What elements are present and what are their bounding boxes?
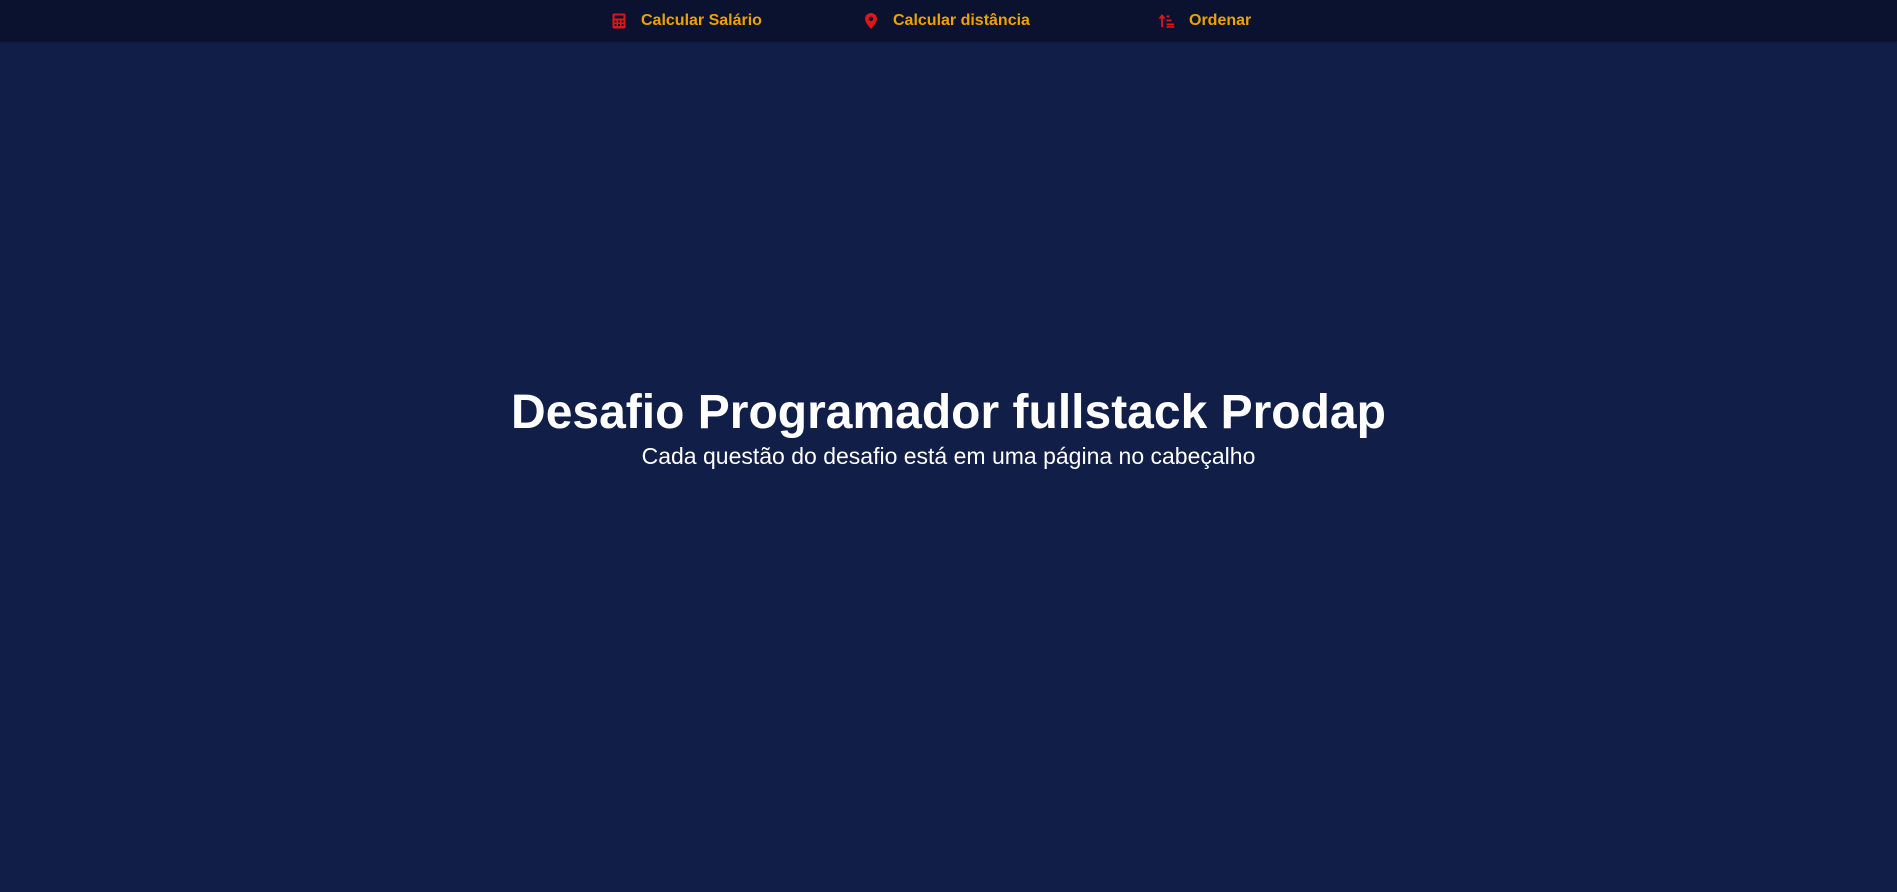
nav-link-label: Calcular distância <box>893 11 1030 29</box>
nav-link-label: Ordenar <box>1189 11 1252 29</box>
sort-ascending-icon <box>1158 12 1176 30</box>
nav-link-label: Calcular Salário <box>641 11 762 29</box>
nav-link-calcular-distancia[interactable]: Calcular distância <box>862 0 1030 41</box>
page-title: Desafio Programador fullstack Prodap <box>511 386 1386 439</box>
page-subtitle: Cada questão do desafio está em uma pági… <box>641 443 1256 469</box>
calculator-icon <box>610 12 628 30</box>
top-navigation-bar: Calcular Salário Calcular distância Orde… <box>0 0 1897 41</box>
nav-link-ordenar[interactable]: Ordenar <box>1158 0 1251 41</box>
map-pin-icon <box>862 12 880 30</box>
hero-section: Desafio Programador fullstack Prodap Cad… <box>0 385 1897 471</box>
nav-link-calcular-salario[interactable]: Calcular Salário <box>610 0 762 41</box>
